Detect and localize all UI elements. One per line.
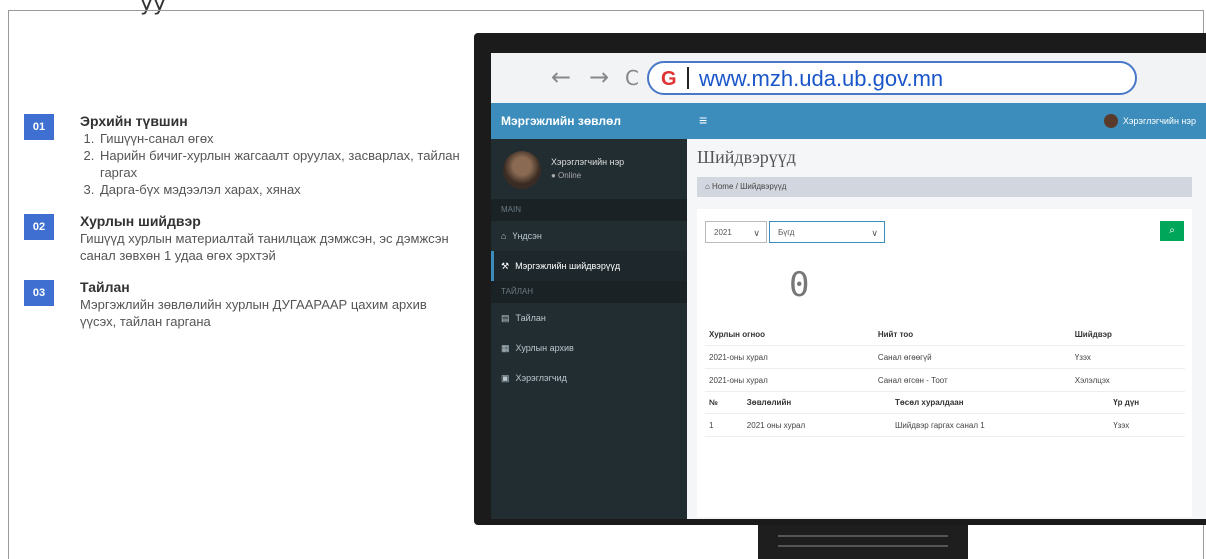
step-text: Мэргэжлийн зөвлөлийн хурлын ДУГААРААР ца… xyxy=(80,297,427,329)
user-panel: Хэрэглэгчийн нэр ● Online xyxy=(491,139,687,199)
avatar xyxy=(1103,114,1118,128)
reload-icon[interactable]: C xyxy=(625,66,639,90)
home-icon: ⌂ xyxy=(501,231,507,241)
gavel-icon: ⚒ xyxy=(501,261,510,271)
hamburger-icon[interactable]: ≡ xyxy=(699,112,707,128)
step-text: Гишүүд хурлын материалтай танилцаж дэмжс… xyxy=(80,231,449,263)
step-badge: 01 xyxy=(24,114,54,140)
sidebar-item-label: Үндсэн xyxy=(512,231,542,241)
list-item: Гишүүн-санал өгөх xyxy=(98,130,464,147)
sidebar-item-label: Хэрэглэгчид xyxy=(515,373,567,383)
sidebar-item-label: Мэргэжлийн шийдвэрүүд xyxy=(515,261,621,271)
table-row[interactable]: 2021-оны хурал Санал өгөөгүй Үзэх xyxy=(705,345,1185,369)
main-content: Шийдвэрүүд ⌂ Home / Шийдвэрүүд 2021 ∨ Бү… xyxy=(687,139,1206,519)
table-cell: 2021 оны хурал xyxy=(742,413,892,437)
google-icon: G xyxy=(661,68,677,90)
table-cell: Санал өгсөн - Тоот xyxy=(873,368,1071,392)
address-bar[interactable]: G www.mzh.uda.ub.gov.mn xyxy=(647,61,1137,95)
app-brand[interactable]: Мэргэжлийн зөвлөл xyxy=(491,103,687,139)
meetings-table: Хурлын огноо Нийт тоо Шийдвэр 2021-оны х… xyxy=(705,323,1185,392)
chevron-down-icon: ∨ xyxy=(753,228,760,238)
step-title: Хурлын шийдвэр xyxy=(80,213,201,229)
sidebar-item-archive[interactable]: ▦ Хурлын архив xyxy=(491,333,687,363)
step-title: Эрхийн түвшин xyxy=(80,113,188,129)
list-item: Нарийн бичиг-хурлын жагсаалт оруулах, за… xyxy=(98,147,464,181)
search-button[interactable]: ⌕ xyxy=(1160,221,1184,241)
step-2: 02 Хурлын шийдвэр Гишүүд хурлын материал… xyxy=(24,212,464,264)
year-select[interactable]: 2021 ∨ xyxy=(705,221,767,243)
sidebar-item-label: Хурлын архив xyxy=(515,343,574,353)
browser-toolbar: ← → C G www.mzh.uda.ub.gov.mn xyxy=(491,53,1206,104)
arrow-left-icon[interactable]: ← xyxy=(551,63,571,91)
list-item: Дарга-бүх мэдээлэл харах, хянах xyxy=(98,181,464,198)
table-cell: Шийдвэр гаргах санал 1 xyxy=(891,413,1110,437)
step-title: Тайлан xyxy=(80,279,130,295)
sidebar-section-reports: ТАЙЛАН xyxy=(491,281,687,303)
table-cell: Санал өгөөгүй xyxy=(873,345,1071,369)
table-row[interactable]: 2021-оны хурал Санал өгсөн - Тоот Хэлэлц… xyxy=(705,368,1185,392)
chevron-down-icon: ∨ xyxy=(871,228,878,238)
table-cell: Хэлэлцэх xyxy=(1070,368,1185,392)
sidebar-item-home[interactable]: ⌂ Үндсэн xyxy=(491,221,687,251)
sidebar-item-decisions[interactable]: ⚒ Мэргэжлийн шийдвэрүүд xyxy=(491,251,687,281)
app-topnav: ≡ Хэрэглэгчийн нэр xyxy=(687,103,1206,139)
column-header: Үр дүн xyxy=(1109,391,1185,414)
archive-icon: ▦ xyxy=(501,343,510,353)
step-1: 01 Эрхийн түвшин Гишүүн-санал өгөх Нарий… xyxy=(24,112,464,198)
user-status: ● Online xyxy=(551,171,582,180)
table-cell: 2021-оны хурал xyxy=(705,345,874,369)
column-header: № xyxy=(705,391,743,414)
table-cell: Үзэх xyxy=(1070,345,1185,369)
nav-user-name: Хэрэглэгчийн нэр xyxy=(1122,116,1196,126)
column-header: Зөвлөлийн xyxy=(742,391,892,414)
column-header: Нийт тоо xyxy=(873,323,1071,346)
table-cell: 2021-оны хурал xyxy=(705,368,874,392)
step-3: 03 Тайлан Мэргэжлийн зөвлөлийн хурлын ДУ… xyxy=(24,278,464,330)
url-text[interactable]: www.mzh.uda.ub.gov.mn xyxy=(699,66,943,92)
monitor-screen: ← → C G www.mzh.uda.ub.gov.mn Мэргэжлийн… xyxy=(491,53,1206,519)
users-icon: ▣ xyxy=(501,373,510,383)
decision-counter: 0 xyxy=(789,265,810,305)
content-box: 2021 ∨ Бүгд ∨ ⌕ 0 Хурлын огноо Нийт тоо … xyxy=(697,209,1192,517)
search-icon: ⌕ xyxy=(1169,225,1175,236)
breadcrumb[interactable]: ⌂ Home / Шийдвэрүүд xyxy=(697,177,1192,197)
nav-user-menu[interactable]: Хэрэглэгчийн нэр xyxy=(1103,114,1196,128)
select-value: 2021 xyxy=(714,228,732,237)
column-header: Хурлын огноо xyxy=(705,323,874,346)
table-cell: Үзэх xyxy=(1109,413,1185,437)
arrow-right-icon[interactable]: → xyxy=(589,63,609,91)
table-header-row: № Зөвлөлийн Төсөл хуралдаан Үр дүн xyxy=(705,391,1185,414)
select-value: Бүгд xyxy=(778,228,795,237)
table-row[interactable]: 1 2021 оны хурал Шийдвэр гаргах санал 1 … xyxy=(705,413,1185,437)
sidebar-section-main: MAIN xyxy=(491,199,687,221)
proposals-table: № Зөвлөлийн Төсөл хуралдаан Үр дүн 1 202… xyxy=(705,391,1185,437)
page-title: Шийдвэрүүд xyxy=(697,147,796,167)
user-name: Хэрэглэгчийн нэр xyxy=(551,157,625,167)
cursor-separator xyxy=(687,67,689,89)
step-badge: 02 xyxy=(24,214,54,240)
sidebar-item-label: Тайлан xyxy=(515,313,546,323)
table-header-row: Хурлын огноо Нийт тоо Шийдвэр xyxy=(705,323,1185,346)
chart-icon: ▤ xyxy=(501,313,510,323)
monitor: ← → C G www.mzh.uda.ub.gov.mn Мэргэжлийн… xyxy=(474,33,1206,525)
column-header: Төсөл хуралдаан xyxy=(891,391,1110,414)
step-text: Гишүүн-санал өгөх Нарийн бичиг-хурлын жа… xyxy=(80,130,464,198)
avatar xyxy=(503,151,541,189)
status-select[interactable]: Бүгд ∨ xyxy=(769,221,885,243)
table-cell: 1 xyxy=(705,413,743,437)
steps-list: 01 Эрхийн түвшин Гишүүн-санал өгөх Нарий… xyxy=(24,112,464,344)
column-header: Шийдвэр xyxy=(1070,323,1185,346)
step-badge: 03 xyxy=(24,280,54,306)
monitor-stand xyxy=(758,525,968,559)
sidebar-item-users[interactable]: ▣ Хэрэглэгчид xyxy=(491,363,687,393)
app-sidebar: Мэргэжлийн зөвлөл Хэрэглэгчийн нэр ● Onl… xyxy=(491,103,687,519)
sidebar-item-reports[interactable]: ▤ Тайлан xyxy=(491,303,687,333)
